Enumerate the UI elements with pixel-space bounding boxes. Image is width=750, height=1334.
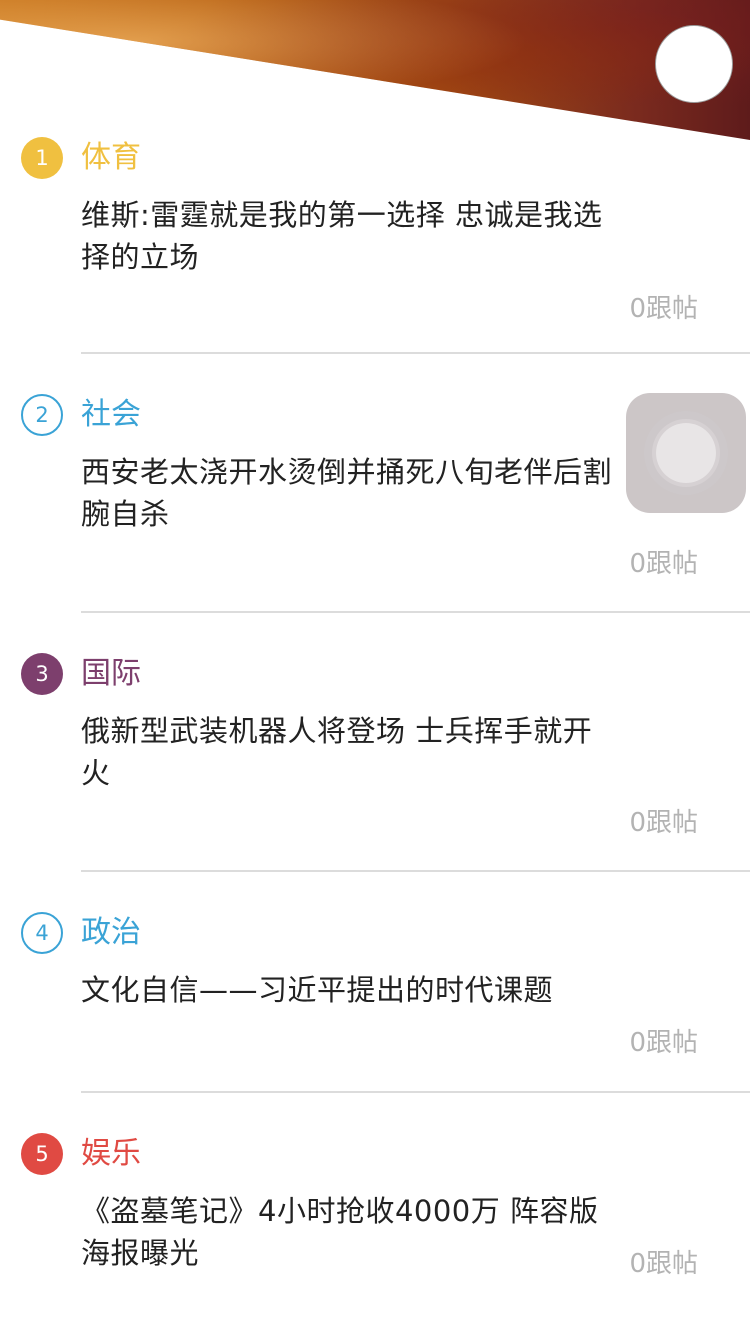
assistive-touch-dot-icon xyxy=(656,423,716,483)
headline-line: 俄新型武装机器人将登场 士兵挥手就开 xyxy=(81,714,593,748)
headline-line: 文化自信——习近平提出的时代课题 xyxy=(81,973,554,1007)
comment-count: 0跟帖 xyxy=(629,1028,698,1058)
headline[interactable]: 俄新型武装机器人将登场 士兵挥手就开 火 xyxy=(81,710,681,794)
category-label: 政治 xyxy=(81,915,141,950)
avatar[interactable] xyxy=(655,25,733,103)
headline-line: 腕自杀 xyxy=(81,497,170,531)
comment-count: 0跟帖 xyxy=(629,1249,698,1279)
headline-line: 西安老太浇开水烫倒并捅死八旬老伴后割 xyxy=(81,455,613,489)
headline-line: 维斯:雷霆就是我的第一选择 忠诚是我选 xyxy=(81,198,603,232)
rank-badge: 3 xyxy=(21,653,63,695)
assistive-touch-button[interactable] xyxy=(626,393,746,513)
category-label: 娱乐 xyxy=(81,1136,141,1171)
category-label: 社会 xyxy=(81,397,141,432)
comment-count: 0跟帖 xyxy=(629,549,698,579)
header-banner xyxy=(0,0,750,140)
headline-line: 《盗墓笔记》4小时抢收4000万 阵容版 xyxy=(81,1194,599,1228)
comment-count: 0跟帖 xyxy=(629,808,698,838)
rank-badge: 5 xyxy=(21,1133,63,1175)
list-item[interactable]: 1 体育 维斯:雷霆就是我的第一选择 忠诚是我选 择的立场 0跟帖 xyxy=(0,130,750,354)
headline[interactable]: 维斯:雷霆就是我的第一选择 忠诚是我选 择的立场 xyxy=(81,194,681,278)
headline[interactable]: 文化自信——习近平提出的时代课题 xyxy=(81,969,681,1011)
news-list: 1 体育 维斯:雷霆就是我的第一选择 忠诚是我选 择的立场 0跟帖 2 社会 西… xyxy=(0,130,750,1313)
headline[interactable]: 西安老太浇开水烫倒并捅死八旬老伴后割 腕自杀 xyxy=(81,451,681,535)
assistive-touch-ring xyxy=(644,411,728,495)
headline-line: 海报曝光 xyxy=(81,1236,200,1270)
list-item[interactable]: 4 政治 文化自信——习近平提出的时代课题 0跟帖 xyxy=(0,872,750,1093)
rank-badge: 1 xyxy=(21,137,63,179)
headline-line: 择的立场 xyxy=(81,240,200,274)
list-item[interactable]: 5 娱乐 《盗墓笔记》4小时抢收4000万 阵容版 海报曝光 0跟帖 xyxy=(0,1093,750,1313)
category-label: 国际 xyxy=(81,656,141,691)
headline-line: 火 xyxy=(81,756,111,790)
category-label: 体育 xyxy=(81,140,141,175)
rank-badge: 4 xyxy=(21,912,63,954)
list-item[interactable]: 3 国际 俄新型武装机器人将登场 士兵挥手就开 火 0跟帖 xyxy=(0,613,750,872)
rank-badge: 2 xyxy=(21,394,63,436)
comment-count: 0跟帖 xyxy=(629,294,698,324)
headline[interactable]: 《盗墓笔记》4小时抢收4000万 阵容版 海报曝光 xyxy=(81,1190,681,1274)
